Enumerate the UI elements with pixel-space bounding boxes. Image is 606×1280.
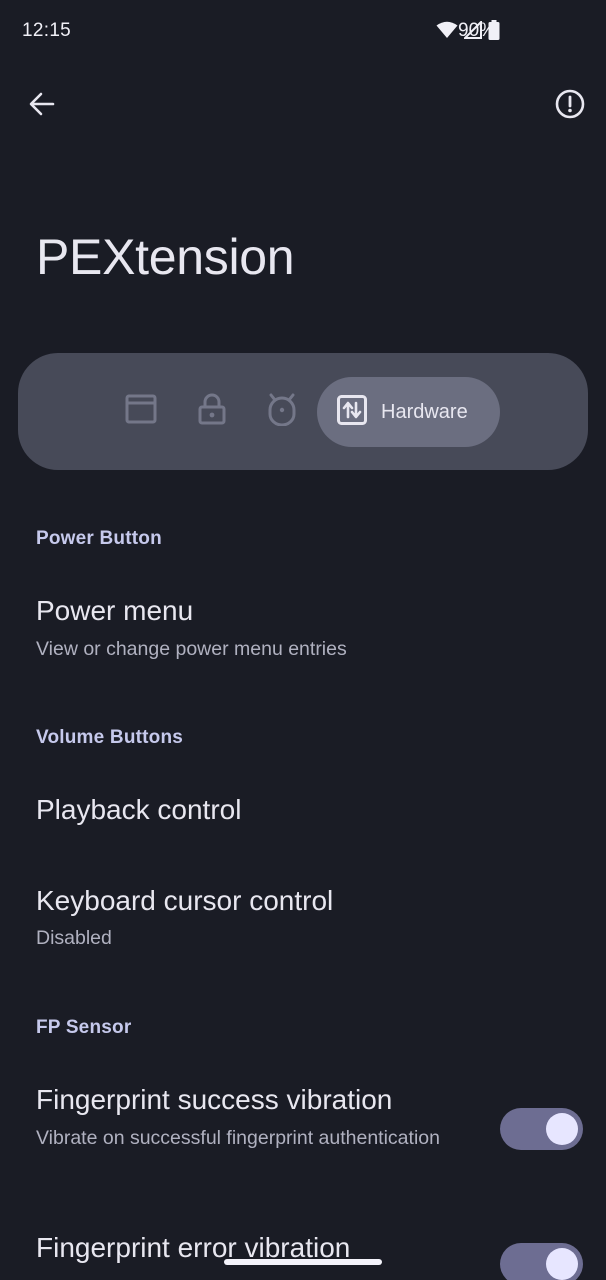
pref-title: Power menu xyxy=(36,595,194,626)
battery-percent: 90% xyxy=(458,20,497,41)
pref-summary: Disabled xyxy=(36,927,112,949)
hardware-icon xyxy=(337,394,367,430)
pref-title: Playback control xyxy=(36,794,242,825)
settings-screen: 12:15 90% PEXtension Hardware Power Butt… xyxy=(0,0,606,1280)
toggle-switch[interactable] xyxy=(500,1243,583,1280)
info-button[interactable] xyxy=(550,86,590,126)
pref-summary: View or change power menu entries xyxy=(36,638,347,660)
tab-hardware[interactable]: Hardware xyxy=(317,377,500,447)
toggle-switch[interactable] xyxy=(500,1108,583,1150)
lock-icon xyxy=(198,393,226,430)
android-icon xyxy=(266,392,298,431)
wifi-icon xyxy=(436,21,458,44)
tab-lock[interactable] xyxy=(192,391,232,431)
status-bar: 12:15 90% xyxy=(0,0,606,62)
arrow-back-icon xyxy=(29,91,55,122)
tab-window[interactable] xyxy=(121,391,161,431)
alert-circle-icon xyxy=(555,89,585,124)
tab-hardware-label: Hardware xyxy=(381,400,468,423)
category-tab-strip: Hardware xyxy=(18,353,588,470)
switch-thumb xyxy=(546,1248,578,1280)
switch-thumb xyxy=(546,1113,578,1145)
pref-title: Fingerprint success vibration xyxy=(36,1084,393,1115)
gesture-nav-handle[interactable] xyxy=(224,1259,382,1265)
page-title: PEXtension xyxy=(36,229,295,285)
section-header-fp-sensor: FP Sensor xyxy=(36,1017,132,1038)
section-header-volume-buttons: Volume Buttons xyxy=(36,727,184,748)
back-button[interactable] xyxy=(22,86,62,126)
pref-summary: Vibrate on successful fingerprint authen… xyxy=(36,1127,440,1149)
tab-android[interactable] xyxy=(262,391,302,431)
window-icon xyxy=(125,393,157,430)
top-app-bar xyxy=(0,78,606,134)
pref-title: Keyboard cursor control xyxy=(36,885,334,916)
status-time: 12:15 xyxy=(22,20,72,41)
section-header-power-button: Power Button xyxy=(36,528,162,549)
